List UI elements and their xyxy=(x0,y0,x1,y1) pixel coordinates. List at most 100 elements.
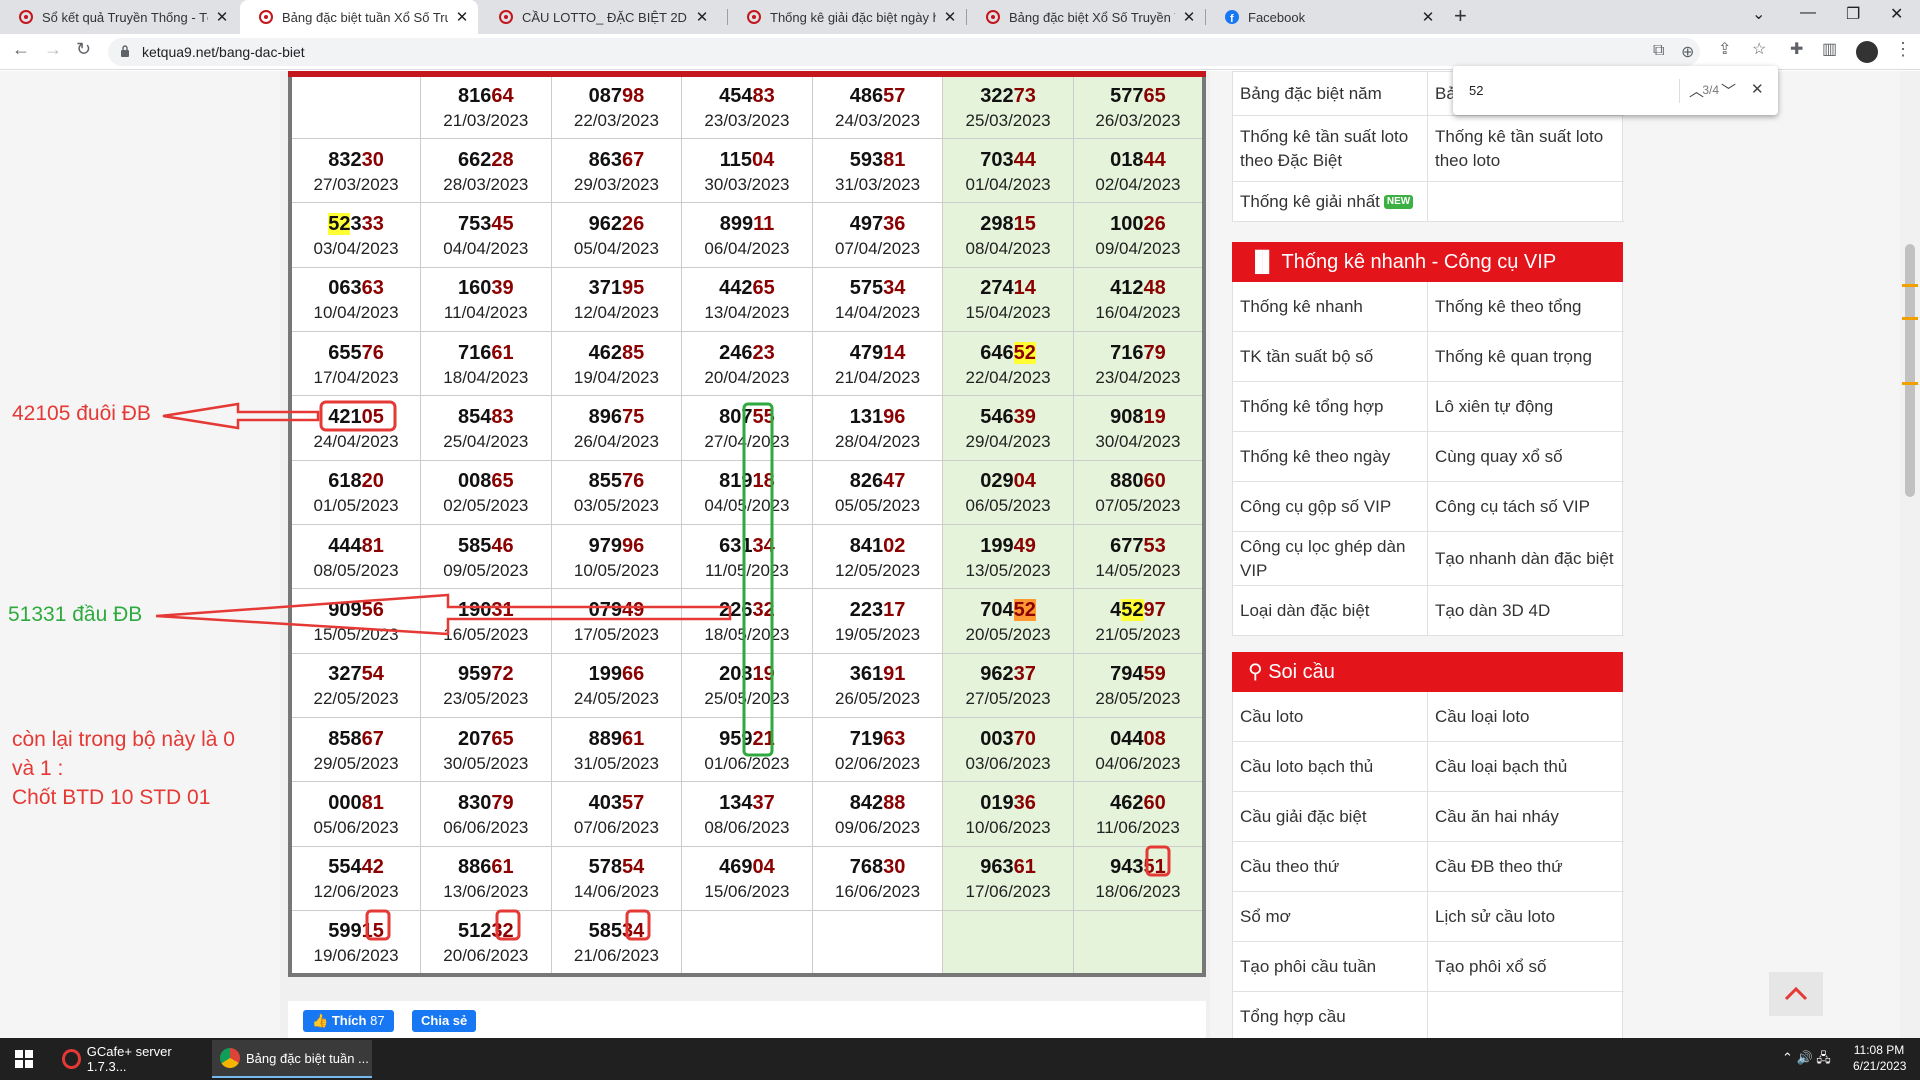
windows-start-icon[interactable] xyxy=(15,1050,33,1068)
sidebar-link[interactable]: Thống kê theo tổng xyxy=(1428,282,1624,332)
zoom-icon[interactable]: ⊕ xyxy=(1681,42,1694,62)
block-header: ▐▌ Thống kê nhanh - Công cụ VIP xyxy=(1232,242,1623,282)
close-tab-icon[interactable]: ✕ xyxy=(694,8,710,26)
scrollbar-thumb[interactable] xyxy=(1905,244,1915,497)
sidebar-link[interactable]: Loại dàn đặc biệt xyxy=(1233,586,1428,636)
prize-number: 64652 xyxy=(980,341,1036,364)
sidebar-link[interactable]: Lô xiên tự động xyxy=(1428,382,1624,432)
reload-icon[interactable]: ↻ xyxy=(76,39,91,60)
sidebar-link[interactable]: Công cụ lọc ghép dàn VIP xyxy=(1233,532,1428,586)
share-button[interactable]: Chia sẻ xyxy=(412,1010,477,1032)
address-bar[interactable]: ketqua9.net/bang-dac-biet ⧉ ⊕ xyxy=(108,38,1700,66)
sidebar-link[interactable]: Cầu ĐB theo thứ xyxy=(1428,842,1624,892)
sidebar-link[interactable]: Cầu loại bạch thủ xyxy=(1428,742,1624,792)
lock-icon[interactable] xyxy=(120,45,130,57)
find-next-icon[interactable]: ﹀ xyxy=(1721,80,1736,101)
find-input[interactable] xyxy=(1469,80,1639,100)
sidebar-link[interactable]: Sổ mơ xyxy=(1233,892,1428,942)
close-tab-icon[interactable]: ✕ xyxy=(214,8,230,26)
tray-icons[interactable]: ⌃ 🔊 🖧 xyxy=(1782,1049,1831,1071)
find-prev-icon[interactable]: ︿ xyxy=(1689,80,1704,101)
sidebar-link[interactable]: Thống kê quan trọng xyxy=(1428,332,1624,382)
close-tab-icon[interactable]: ✕ xyxy=(942,8,958,26)
url-text[interactable]: ketqua9.net/bang-dac-biet xyxy=(142,44,305,60)
close-tab-icon[interactable]: ✕ xyxy=(1181,8,1197,26)
table-cell: 08798 22/03/2023 xyxy=(550,73,683,139)
tab-1-active[interactable]: Bảng đặc biệt tuần Xổ Số Truyền ✕ xyxy=(240,0,478,34)
sidebar-link[interactable]: Tạo dàn 3D 4D xyxy=(1428,586,1624,636)
sidebar-link[interactable]: Thống kê giải nhất NEW xyxy=(1233,182,1428,222)
prize-number: 75345 xyxy=(458,212,514,235)
prize-number: 41248 xyxy=(1110,277,1166,300)
annotation-head: 51331 đầu ĐB xyxy=(8,603,143,626)
menu-kebab-icon[interactable]: ⋮ xyxy=(1894,39,1912,60)
prize-number: 22317 xyxy=(849,598,906,621)
prize-number: 20765 xyxy=(458,727,514,750)
chevron-up-icon xyxy=(1784,986,1808,1001)
find-close-icon[interactable]: ✕ xyxy=(1751,80,1764,98)
draw-date: 20/06/2023 xyxy=(443,945,529,965)
tab-5[interactable]: f Facebook ✕ xyxy=(1206,0,1444,34)
translate-icon[interactable]: ⧉ xyxy=(1653,42,1664,60)
scroll-to-top-button[interactable] xyxy=(1769,972,1823,1016)
new-tab-button[interactable]: + xyxy=(1454,3,1467,29)
forward-icon[interactable]: → xyxy=(44,39,62,60)
chrome-icon xyxy=(220,1048,240,1068)
table-cell: 57534 14/04/2023 xyxy=(811,266,944,332)
draw-date: 23/04/2023 xyxy=(1095,367,1181,387)
sidebar-link[interactable]: Cầu loại loto xyxy=(1428,692,1624,742)
prize-number: 97996 xyxy=(588,534,645,557)
share-icon[interactable]: ⇪ xyxy=(1718,39,1731,59)
close-window-icon[interactable]: ✕ xyxy=(1890,4,1903,24)
like-button[interactable]: 👍 Thích 87 xyxy=(303,1010,394,1032)
tab-search-icon[interactable]: ⌄ xyxy=(1752,4,1765,24)
sidebar-link[interactable]: Tạo phôi xổ số xyxy=(1428,942,1624,992)
prize-number: 59915 xyxy=(328,919,384,942)
prize-number: 45297 xyxy=(1110,598,1166,621)
sidebar-link[interactable]: Tạo phôi cầu tuần xyxy=(1233,942,1428,992)
back-icon[interactable]: ← xyxy=(12,39,30,60)
side-panel-icon[interactable]: ▥ xyxy=(1822,39,1837,59)
draw-date: 14/06/2023 xyxy=(573,882,659,902)
extensions-icon[interactable]: ✚ xyxy=(1790,39,1803,59)
sidebar-link[interactable]: Lịch sử cầu loto xyxy=(1428,892,1624,942)
prize-number: 49736 xyxy=(849,212,906,235)
bookmark-star-icon[interactable]: ☆ xyxy=(1752,39,1766,59)
restore-icon[interactable]: ❐ xyxy=(1846,4,1860,24)
sidebar-link[interactable]: Cầu loto xyxy=(1233,692,1428,742)
close-tab-icon[interactable]: ✕ xyxy=(454,8,470,26)
sidebar-link[interactable]: Công cụ tách số VIP xyxy=(1428,482,1624,532)
taskbar-app-chrome[interactable]: Bảng đặc biệt tuần ... xyxy=(212,1040,372,1078)
sidebar-link[interactable]: Thống kê tần suất loto theo Đặc Biệt xyxy=(1233,116,1428,182)
profile-avatar[interactable] xyxy=(1856,41,1878,63)
site-favicon-icon xyxy=(499,10,513,24)
tab-0[interactable]: Sổ kết quả Truyền Thống - Tổng ✕ xyxy=(0,0,238,34)
minimize-icon[interactable]: — xyxy=(1800,4,1816,22)
tab-2[interactable]: CẦU LOTTO_ ĐẶC BIỆT 2D 3D 4D ✕ xyxy=(480,0,718,34)
taskbar-clock[interactable]: 11:08 PM 6/21/2023 xyxy=(1853,1042,1906,1074)
tab-3[interactable]: Thống kê giải đặc biệt ngày hôm ✕ xyxy=(728,0,966,34)
sidebar-link[interactable]: Tạo nhanh dàn đặc biệt xyxy=(1428,532,1624,586)
sidebar-link[interactable]: Thống kê tần suất loto theo loto xyxy=(1428,116,1624,182)
close-tab-icon[interactable]: ✕ xyxy=(1420,8,1436,26)
sidebar-link[interactable]: Cầu loto bạch thủ xyxy=(1233,742,1428,792)
table-cell: 54639 29/04/2023 xyxy=(942,395,1074,461)
page-scrollbar[interactable] xyxy=(1900,71,1920,1038)
sidebar-link[interactable]: Cùng quay xổ số xyxy=(1428,432,1624,482)
sidebar-link[interactable]: Tổng hợp cầu xyxy=(1233,992,1428,1038)
sidebar-link[interactable]: Bảng đặc biệt năm xyxy=(1233,72,1428,116)
table-cell: 32273 25/03/2023 xyxy=(942,73,1074,139)
sidebar-link[interactable]: Công cụ gộp số VIP xyxy=(1233,482,1428,532)
tab-4[interactable]: Bảng đặc biệt Xổ Số Truyền Thống ✕ xyxy=(967,0,1205,34)
sidebar-link[interactable]: Cầu ăn hai nháy xyxy=(1428,792,1624,842)
sidebar-link[interactable]: Thống kê tổng hợp xyxy=(1233,382,1428,432)
sidebar-link[interactable]: Cầu theo thứ xyxy=(1233,842,1428,892)
table-row: 55442 12/06/2023 88661 13/06/2023 57854 14/06… xyxy=(289,845,1205,911)
sidebar-link[interactable]: Thống kê theo ngày xyxy=(1233,432,1428,482)
sidebar-link[interactable]: TK tần suất bộ số xyxy=(1233,332,1428,382)
table-cell: 89675 26/04/2023 xyxy=(550,395,683,461)
table-cell: 10026 09/04/2023 xyxy=(1072,202,1205,268)
sidebar-link[interactable]: Cầu giải đặc biệt xyxy=(1233,792,1428,842)
sidebar-link[interactable]: Thống kê nhanh xyxy=(1233,282,1428,332)
taskbar-app-gcafe[interactable]: GCafe+ server 1.7.3... xyxy=(54,1040,204,1078)
